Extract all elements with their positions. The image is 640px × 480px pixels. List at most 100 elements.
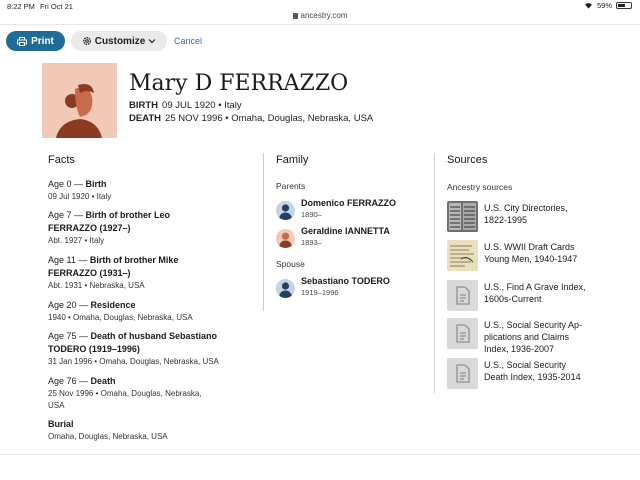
source-title-line: Young Men, 1940-1947 [484, 254, 578, 264]
fact-detail: 09 Jul 1920 • Italy [48, 192, 112, 201]
fact-burial[interactable]: Burial Omaha, Douglas, Nebraska, USA [48, 418, 263, 443]
source-title-line: U.S., Social Security Ap- [484, 320, 583, 330]
source-title-line: U.S. City Directories, [484, 203, 568, 213]
family-member-years: 1890– [301, 210, 322, 219]
female-avatar-icon [276, 229, 295, 248]
family-member-name: Geraldine IANNETTA [301, 226, 390, 236]
source-title-line: Death Index, 1935-2014 [484, 372, 581, 382]
gear-icon [82, 37, 91, 45]
fact-death-husband[interactable]: Age 75 — Death of husband Sebastiano TOD… [48, 330, 263, 368]
address-bar[interactable]: ancestry.com [0, 11, 640, 23]
fact-age: Age 76 — [48, 376, 91, 386]
family-member-father[interactable]: Domenico FERRAZZO 1890– [276, 198, 426, 222]
fact-birth-brother-mike[interactable]: Age 11 — Birth of brother Mike FERRAZZO … [48, 254, 263, 292]
fact-event-cont: FERRAZZO (1927–) [48, 223, 131, 233]
battery-icon [616, 2, 632, 9]
url-text: ancestry.com [300, 11, 348, 20]
source-find-a-grave[interactable]: U.S., Find A Grave Index, 1600s-Current [447, 280, 632, 312]
fact-age: Age 7 — [48, 210, 86, 220]
spouse-label: Spouse [276, 259, 305, 269]
fact-event: Residence [90, 300, 136, 310]
death-line: DEATH 25 NOV 1996 • Omaha, Douglas, Nebra… [129, 113, 373, 124]
fact-residence[interactable]: Age 20 — Residence 1940 • Omaha, Douglas… [48, 299, 263, 324]
printer-icon [17, 36, 28, 46]
status-time: 8:22 PM [7, 2, 35, 11]
family-member-spouse[interactable]: Sebastiano TODERO 1919–1996 [276, 276, 426, 300]
family-member-years: 1919–1996 [301, 288, 339, 297]
woman-silhouette-icon [42, 63, 117, 138]
facts-title: Facts [48, 154, 75, 166]
male-avatar-icon [276, 201, 295, 220]
fact-age: Age 75 — [48, 331, 91, 341]
chevron-down-icon [148, 39, 156, 44]
fact-detail: Omaha, Douglas, Nebraska, USA [48, 432, 168, 441]
fact-detail: 31 Jan 1996 • Omaha, Douglas, Nebraska, … [48, 357, 219, 366]
fact-event: Death of husband Sebastiano [90, 331, 218, 341]
person-name: Mary D FERRAZZO [129, 71, 349, 96]
status-right: 59% [584, 1, 632, 10]
source-title-line: plications and Claims [484, 332, 570, 342]
fact-detail: Abt. 1931 • Nebraska, USA [48, 281, 145, 290]
lock-icon [292, 13, 298, 19]
source-title-line: 1822-1995 [484, 215, 528, 225]
parents-label: Parents [276, 181, 306, 191]
fact-detail: 1940 • Omaha, Douglas, Nebraska, USA [48, 313, 193, 322]
fact-age: Age 0 — [48, 179, 86, 189]
print-button[interactable]: Print [6, 31, 65, 51]
death-value: 25 NOV 1996 • Omaha, Douglas, Nebraska, … [165, 113, 374, 124]
ancestry-sources-label: Ancestry sources [447, 182, 513, 192]
print-label: Print [31, 35, 54, 47]
fact-detail: 25 Nov 1996 • Omaha, Douglas, Nebraska, [48, 389, 202, 398]
fact-event: Death [90, 376, 116, 386]
column-divider-2 [434, 153, 435, 393]
status-date: Fri Oct 21 [40, 2, 73, 11]
source-title-line: U.S., Find A Grave Index, [484, 282, 586, 292]
fact-detail: Abt. 1927 • Italy [48, 236, 105, 245]
source-city-directories[interactable]: U.S. City Directories, 1822-1995 [447, 201, 632, 233]
column-divider-1 [263, 153, 264, 311]
fact-event-cont: TODERO (1919–1996) [48, 344, 140, 354]
source-title-line: U.S. WWII Draft Cards [484, 242, 575, 252]
header-divider [0, 24, 640, 25]
directory-image [447, 201, 478, 232]
document-icon [447, 358, 478, 389]
fact-event: Birth of brother Mike [89, 255, 179, 265]
customize-button[interactable]: Customize [71, 31, 167, 51]
document-icon [447, 280, 478, 311]
profile-portrait [42, 63, 117, 138]
source-ss-death-index[interactable]: U.S., Social Security Death Index, 1935-… [447, 358, 632, 390]
fact-birth[interactable]: Age 0 — Birth 09 Jul 1920 • Italy [48, 178, 263, 203]
family-member-name: Domenico FERRAZZO [301, 198, 397, 208]
fact-event-cont: FERRAZZO (1931–) [48, 268, 131, 278]
male-avatar-icon [276, 279, 295, 298]
fact-birth-brother-leo[interactable]: Age 7 — Birth of brother Leo FERRAZZO (1… [48, 209, 263, 247]
fact-event: Burial [48, 419, 74, 429]
wifi-icon [584, 3, 592, 9]
birth-label: BIRTH [129, 100, 159, 111]
footer-divider [0, 454, 640, 455]
source-ss-applications[interactable]: U.S., Social Security Ap- plications and… [447, 318, 632, 354]
source-title-line: U.S., Social Security [484, 360, 567, 370]
sources-title: Sources [447, 154, 488, 166]
fact-event: Birth [85, 179, 107, 189]
family-title: Family [276, 154, 309, 166]
customize-label: Customize [94, 35, 146, 47]
cancel-link[interactable]: Cancel [174, 36, 202, 46]
birth-value: 09 JUL 1920 • Italy [162, 100, 242, 111]
draft-card-image [447, 240, 478, 271]
birth-line: BIRTH 09 JUL 1920 • Italy [129, 100, 242, 111]
family-member-mother[interactable]: Geraldine IANNETTA 1893– [276, 226, 426, 250]
fact-age: Age 20 — [48, 300, 91, 310]
death-label: DEATH [129, 113, 162, 124]
fact-event: Birth of brother Leo [85, 210, 171, 220]
battery-percent: 59% [596, 1, 612, 10]
source-title-line: 1600s-Current [484, 294, 542, 304]
fact-death[interactable]: Age 76 — Death 25 Nov 1996 • Omaha, Doug… [48, 375, 263, 412]
source-title: U.S., Find A Grave Index, 1600s-Current [484, 281, 629, 305]
family-member-name: Sebastiano TODERO [301, 276, 390, 286]
fact-detail-cont: USA [48, 401, 65, 410]
fact-age: Age 11 — [48, 255, 90, 265]
source-wwii-draft-cards[interactable]: U.S. WWII Draft Cards Young Men, 1940-19… [447, 240, 632, 272]
document-icon [447, 318, 478, 349]
source-title-line: Index, 1936-2007 [484, 344, 555, 354]
